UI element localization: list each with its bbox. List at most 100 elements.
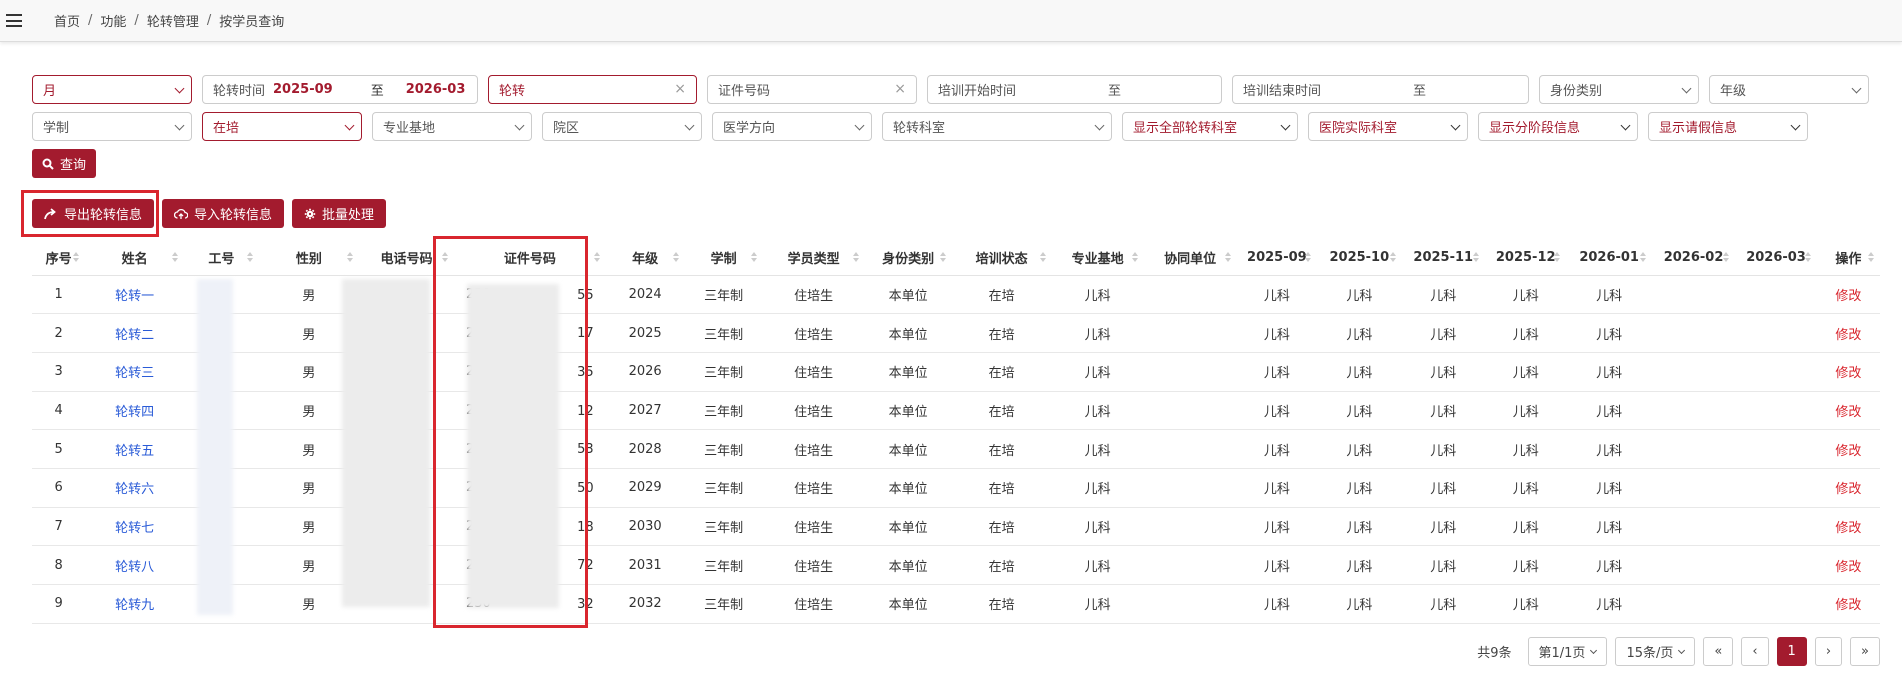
cell-m4: 儿科 xyxy=(1484,584,1567,624)
cell-m1: 儿科 xyxy=(1236,507,1318,547)
cell-no: 8 xyxy=(32,545,86,585)
col-header[interactable]: 2025-10 xyxy=(1317,240,1402,276)
show-leave-select[interactable]: 显示请假信息 xyxy=(1648,112,1808,141)
col-header[interactable]: 专业基地 xyxy=(1051,240,1144,276)
edit-link[interactable]: 修改 xyxy=(1835,444,1861,459)
student-name-link[interactable]: 轮转二 xyxy=(115,328,154,343)
col-header[interactable]: 姓名 xyxy=(85,240,184,276)
direction-select[interactable]: 医学方向 xyxy=(712,112,872,141)
breadcrumb-rotation-management[interactable]: 轮转管理 xyxy=(147,11,199,30)
base-select[interactable]: 专业基地 xyxy=(372,112,532,141)
cell-grade: 2031 xyxy=(605,545,685,585)
cell-m6 xyxy=(1651,584,1736,624)
period-unit-select[interactable]: 月 xyxy=(32,75,192,104)
training-status-select[interactable]: 在培 xyxy=(202,112,362,141)
edit-link[interactable]: 修改 xyxy=(1835,289,1861,304)
student-name-link[interactable]: 轮转一 xyxy=(115,289,154,304)
import-rotation-button[interactable]: 导入轮转信息 xyxy=(162,199,284,228)
identity-type-select[interactable]: 身份类别 xyxy=(1539,75,1699,104)
table-row: 7轮转七男230182030三年制住培生本单位在培儿科儿科儿科儿科儿科儿科修改 xyxy=(32,507,1880,547)
prev-page-button[interactable]: ‹ xyxy=(1741,637,1769,666)
col-header[interactable]: 身份类别 xyxy=(864,240,952,276)
clear-icon[interactable]: × xyxy=(894,81,906,97)
cell-m2: 儿科 xyxy=(1317,468,1402,508)
student-name-link[interactable]: 轮转七 xyxy=(115,521,154,536)
campus-select[interactable]: 院区 xyxy=(542,112,702,141)
cell-base: 儿科 xyxy=(1051,507,1144,547)
name-search-input[interactable]: 轮转 × xyxy=(488,75,697,104)
chevron-down-icon xyxy=(514,120,525,131)
query-button[interactable]: 查询 xyxy=(32,149,97,178)
edit-link[interactable]: 修改 xyxy=(1835,598,1861,613)
menu-icon[interactable] xyxy=(6,14,22,27)
student-name-link[interactable]: 轮转六 xyxy=(115,482,154,497)
edit-link[interactable]: 修改 xyxy=(1835,328,1861,343)
col-header[interactable]: 工号 xyxy=(183,240,259,276)
train-start-range[interactable]: 培训开始时间 至 xyxy=(927,75,1222,104)
grade-select[interactable]: 年级 xyxy=(1709,75,1869,104)
cell-system: 三年制 xyxy=(684,352,763,392)
edit-link[interactable]: 修改 xyxy=(1835,366,1861,381)
train-end-range[interactable]: 培训结束时间 至 xyxy=(1232,75,1529,104)
cell-m1: 儿科 xyxy=(1236,468,1318,508)
edit-link[interactable]: 修改 xyxy=(1835,521,1861,536)
school-system-select[interactable]: 学制 xyxy=(32,112,192,141)
student-name-link[interactable]: 轮转四 xyxy=(115,405,154,420)
col-header[interactable]: 2025-12 xyxy=(1484,240,1567,276)
cell-m4: 儿科 xyxy=(1484,275,1567,315)
col-header[interactable]: 培训状态 xyxy=(951,240,1052,276)
student-name-link[interactable]: 轮转三 xyxy=(115,366,154,381)
cell-base: 儿科 xyxy=(1051,429,1144,469)
show-stage-select[interactable]: 显示分阶段信息 xyxy=(1478,112,1638,141)
clear-icon[interactable]: × xyxy=(674,81,686,97)
col-header[interactable]: 性别 xyxy=(258,240,360,276)
edit-link[interactable]: 修改 xyxy=(1835,405,1861,420)
col-header[interactable]: 协同单位 xyxy=(1143,240,1237,276)
col-header[interactable]: 年级 xyxy=(605,240,685,276)
cell-system: 三年制 xyxy=(684,313,763,353)
col-header[interactable]: 序号 xyxy=(32,240,86,276)
col-header[interactable]: 2025-09 xyxy=(1236,240,1318,276)
cell-m3: 儿科 xyxy=(1401,391,1485,431)
cell-identity: 本单位 xyxy=(864,313,952,353)
col-header[interactable]: 2025-11 xyxy=(1401,240,1485,276)
page-1-button[interactable]: 1 xyxy=(1776,637,1807,666)
next-page-button[interactable]: › xyxy=(1814,637,1843,666)
first-page-button[interactable]: « xyxy=(1703,637,1734,666)
col-header[interactable]: 学员类型 xyxy=(762,240,865,276)
student-name-link[interactable]: 轮转五 xyxy=(115,444,154,459)
breadcrumb-home[interactable]: 首页 xyxy=(54,11,80,30)
breadcrumb: 首页 / 功能 / 轮转管理 / 按学员查询 xyxy=(54,11,284,30)
rotation-start-value[interactable]: 2025-09 xyxy=(273,82,333,97)
dept-select[interactable]: 轮转科室 xyxy=(882,112,1112,141)
batch-process-button[interactable]: 批量处理 xyxy=(292,199,386,228)
page-info-select[interactable]: 第1/1页 xyxy=(1527,637,1608,666)
cell-m7 xyxy=(1735,391,1817,431)
breadcrumb-function[interactable]: 功能 xyxy=(100,11,126,30)
cell-m5: 儿科 xyxy=(1566,352,1652,392)
cell-m6 xyxy=(1651,468,1736,508)
cell-identity: 本单位 xyxy=(864,468,952,508)
grade-placeholder: 年级 xyxy=(1720,84,1747,99)
col-header[interactable]: 2026-03 xyxy=(1735,240,1817,276)
edit-link[interactable]: 修改 xyxy=(1835,482,1861,497)
col-header[interactable]: 学制 xyxy=(684,240,763,276)
chevron-down-icon xyxy=(174,83,185,94)
last-page-button[interactable]: » xyxy=(1850,637,1880,666)
id-number-input[interactable]: 证件号码 × xyxy=(707,75,917,104)
cell-operation: 修改 xyxy=(1816,391,1880,431)
cell-m1: 儿科 xyxy=(1236,275,1318,315)
edit-link[interactable]: 修改 xyxy=(1835,560,1861,575)
show-all-depts-select[interactable]: 显示全部轮转科室 xyxy=(1122,112,1298,141)
rotation-time-range[interactable]: 轮转时间 2025-09 至 2026-03 xyxy=(202,75,478,104)
col-header[interactable]: 2026-01 xyxy=(1566,240,1652,276)
cell-name: 轮转七 xyxy=(85,507,184,547)
col-header[interactable]: 2026-02 xyxy=(1651,240,1736,276)
student-name-link[interactable]: 轮转九 xyxy=(115,598,154,613)
cell-partner xyxy=(1143,313,1237,353)
rotation-end-value[interactable]: 2026-03 xyxy=(406,82,466,97)
col-header[interactable]: 操作 xyxy=(1816,240,1880,276)
hospital-dept-select[interactable]: 医院实际科室 xyxy=(1308,112,1468,141)
per-page-select[interactable]: 15条/页 xyxy=(1615,637,1696,666)
student-name-link[interactable]: 轮转八 xyxy=(115,560,154,575)
